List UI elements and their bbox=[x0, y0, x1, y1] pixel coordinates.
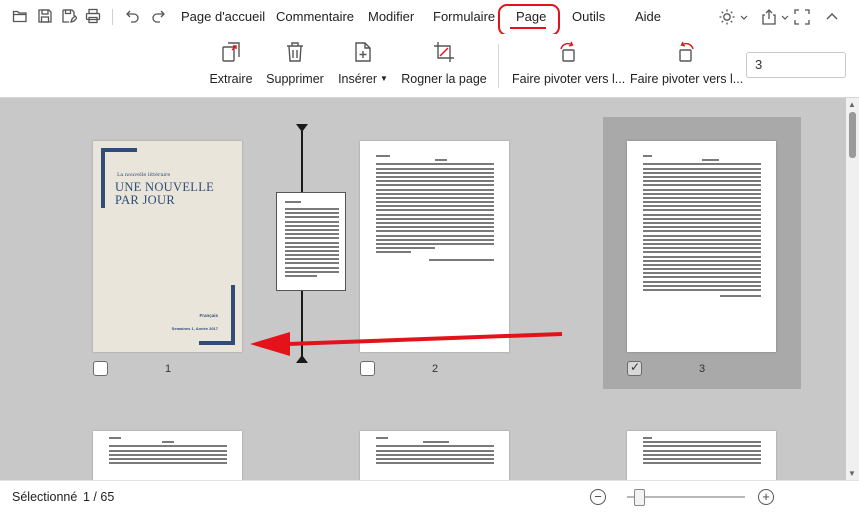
extract-icon bbox=[220, 41, 242, 63]
fullscreen-icon[interactable] bbox=[793, 8, 811, 26]
page-thumbnails-area[interactable]: La nouvelle littéraire UNE NOUVELLE PAR … bbox=[0, 98, 846, 480]
scroll-down-icon[interactable]: ▼ bbox=[848, 469, 856, 478]
folder-open-icon[interactable] bbox=[12, 8, 28, 24]
selection-label: Sélectionné bbox=[12, 490, 78, 504]
print-icon[interactable] bbox=[85, 8, 101, 24]
trash-icon bbox=[284, 41, 306, 63]
page-checkbox-1[interactable] bbox=[93, 361, 108, 376]
cover-title: UNE NOUVELLE PAR JOUR bbox=[115, 180, 215, 207]
chevron-up-icon[interactable] bbox=[823, 8, 841, 26]
crop-icon bbox=[433, 41, 455, 63]
cover-date: Semaines 1, Année 2017 bbox=[171, 326, 218, 331]
crop-button[interactable]: Rogner la page bbox=[400, 34, 488, 98]
page-thumbnail-2[interactable] bbox=[360, 141, 509, 352]
insert-page-icon bbox=[352, 41, 374, 63]
divider bbox=[112, 9, 113, 25]
crop-label: Rogner la page bbox=[401, 72, 487, 86]
check-icon: ✓ bbox=[630, 360, 641, 374]
page-number-input[interactable]: 3 bbox=[746, 52, 846, 78]
page-thumbnail-4[interactable] bbox=[93, 431, 242, 480]
rotate-left-label: Faire pivoter vers l... bbox=[512, 72, 626, 86]
drag-arrow-annotation bbox=[250, 332, 563, 356]
rotate-right-button[interactable]: Faire pivoter vers l... bbox=[630, 34, 744, 98]
page-toolbar: Extraire Supprimer Insérer ▼ Rogner la pa… bbox=[0, 34, 859, 98]
page-number-1: 1 bbox=[164, 363, 172, 375]
chevron-down-icon[interactable] bbox=[776, 8, 789, 26]
extract-button[interactable]: Extraire bbox=[205, 34, 257, 98]
extract-label: Extraire bbox=[209, 72, 253, 86]
insert-label: Insérer bbox=[338, 72, 377, 86]
theme-sun-icon[interactable] bbox=[718, 8, 736, 26]
menu-home[interactable]: Page d'accueil bbox=[181, 0, 265, 34]
dragged-page-preview bbox=[276, 192, 346, 291]
cover-decoration bbox=[101, 148, 105, 208]
delete-button[interactable]: Supprimer bbox=[263, 34, 327, 98]
insertion-marker-top bbox=[296, 124, 308, 132]
cover-decoration bbox=[231, 285, 235, 345]
chevron-down-icon[interactable] bbox=[735, 8, 748, 26]
page-thumbnail-5[interactable] bbox=[360, 431, 509, 480]
save-icon[interactable] bbox=[37, 8, 53, 24]
toolbar-divider bbox=[498, 44, 499, 88]
rotate-right-label: Faire pivoter vers l... bbox=[630, 72, 744, 86]
menu-help[interactable]: Aide bbox=[635, 0, 661, 34]
cover-decoration bbox=[199, 341, 235, 345]
vertical-scrollbar[interactable]: ▲ ▼ bbox=[846, 98, 859, 480]
caret-down-icon: ▼ bbox=[379, 74, 388, 83]
zoom-slider-handle[interactable] bbox=[634, 489, 645, 506]
menu-comment[interactable]: Commentaire bbox=[276, 0, 354, 34]
save-as-icon[interactable] bbox=[61, 8, 77, 24]
zoom-out-icon[interactable]: − bbox=[590, 489, 606, 505]
scrollbar-thumb[interactable] bbox=[849, 112, 856, 158]
rotate-left-button[interactable]: Faire pivoter vers l... bbox=[512, 34, 626, 98]
active-tab-indicator bbox=[510, 27, 546, 29]
menu-edit[interactable]: Modifier bbox=[368, 0, 414, 34]
cover-decoration bbox=[101, 148, 137, 152]
page-thumbnail-3[interactable] bbox=[627, 141, 776, 352]
cover-kicker: La nouvelle littéraire bbox=[117, 172, 171, 178]
zoom-in-icon[interactable]: + bbox=[758, 489, 774, 505]
page-checkbox-3[interactable]: ✓ bbox=[627, 360, 642, 376]
selection-count: 1 / 65 bbox=[83, 490, 115, 504]
page-thumbnail-1[interactable]: La nouvelle littéraire UNE NOUVELLE PAR … bbox=[93, 141, 242, 352]
page-number-2: 2 bbox=[431, 363, 439, 375]
menu-tools[interactable]: Outils bbox=[572, 0, 605, 34]
page-thumbnail-6[interactable] bbox=[627, 431, 776, 480]
menu-form[interactable]: Formulaire bbox=[433, 0, 495, 34]
scroll-up-icon[interactable]: ▲ bbox=[848, 100, 856, 109]
undo-icon[interactable] bbox=[125, 8, 141, 24]
page-number-3: 3 bbox=[698, 363, 706, 375]
cover-subject: Français bbox=[199, 313, 218, 318]
redo-icon[interactable] bbox=[150, 8, 166, 24]
delete-label: Supprimer bbox=[266, 72, 324, 86]
status-bar: Sélectionné 1 / 65 − + bbox=[0, 480, 859, 514]
rotate-left-icon bbox=[557, 41, 579, 63]
page-checkbox-2[interactable] bbox=[360, 361, 375, 376]
rotate-right-icon bbox=[675, 41, 697, 63]
insert-button[interactable]: Insérer ▼ bbox=[336, 34, 390, 98]
menu-bar: Page d'accueil Commentaire Modifier Form… bbox=[0, 0, 859, 36]
